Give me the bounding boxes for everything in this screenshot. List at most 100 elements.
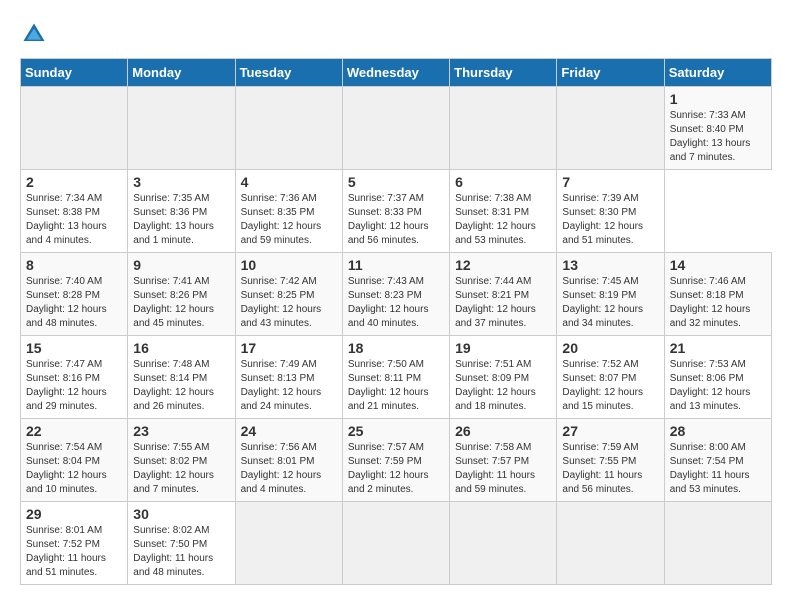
sunset-text: Sunset: 8:25 PM [241,290,315,301]
sunset-text: Sunset: 8:35 PM [241,207,315,218]
sunrise-text: Sunrise: 7:52 AM [562,359,638,370]
sunrise-text: Sunrise: 7:36 AM [241,193,317,204]
day-number: 12 [455,257,551,273]
sunrise-text: Sunrise: 7:48 AM [133,359,209,370]
col-sunday: Sunday [21,59,128,87]
day-number: 20 [562,340,658,356]
day-number: 10 [241,257,337,273]
calendar-cell [21,87,128,170]
sunset-text: Sunset: 8:31 PM [455,207,529,218]
day-number: 7 [562,174,658,190]
sunrise-text: Sunrise: 7:39 AM [562,193,638,204]
col-wednesday: Wednesday [342,59,449,87]
calendar-cell: 15Sunrise: 7:47 AMSunset: 8:16 PMDayligh… [21,336,128,419]
calendar-cell: 25Sunrise: 7:57 AMSunset: 7:59 PMDayligh… [342,419,449,502]
calendar-cell: 6Sunrise: 7:38 AMSunset: 8:31 PMDaylight… [450,170,557,253]
daylight-text: Daylight: 12 hours and 59 minutes. [241,221,322,246]
day-number: 22 [26,423,122,439]
day-detail: Sunrise: 7:46 AMSunset: 8:18 PMDaylight:… [670,275,766,331]
day-number: 9 [133,257,229,273]
sunset-text: Sunset: 7:55 PM [562,456,636,467]
day-number: 21 [670,340,766,356]
day-number: 26 [455,423,551,439]
calendar-cell: 8 Sunrise: 7:40 AMSunset: 8:28 PMDaylight… [21,253,128,336]
calendar-cell: 30 Sunrise: 8:02 AM Sunset: 7:50 PM Dayligh… [128,502,235,585]
sunrise-text: Sunrise: 7:47 AM [26,359,102,370]
day-detail: Sunrise: 7:36 AM Sunset: 8:35 PM Daylight:… [241,192,337,248]
header [20,20,772,48]
calendar-cell: 4Sunrise: 7:36 AMSunset: 8:35 PMDaylight… [235,170,342,253]
day-detail: Sunrise: 7:38 AMSunset: 8:31 PMDaylight:… [455,192,551,248]
calendar-cell: 2Sunrise: 7:34 AMSunset: 8:38 PMDaylight… [21,170,128,253]
day-detail: Sunrise: 7:34 AMSunset: 8:38 PMDaylight:… [26,192,122,248]
col-monday: Monday [128,59,235,87]
sunrise-text: Sunrise: 7:45 AM [562,276,638,287]
daylight-text: Daylight: 12 hours and 56 minutes. [348,221,429,246]
header-row: Sunday Monday Tuesday Wednesday Thursday… [21,59,772,87]
sunrise-text: Sunrise: 7:38 AM [455,193,531,204]
daylight-text: Daylight: 13 hours and 1 minute. [133,221,214,246]
col-thursday: Thursday [450,59,557,87]
sunrise-text: Sunrise: 7:42 AM [241,276,317,287]
sunrise-text: Sunrise: 8:02 AM [133,525,209,536]
sunrise-text: Sunrise: 7:51 AM [455,359,531,370]
calendar-body: 1Sunrise: 7:33 AMSunset: 8:40 PMDaylight… [21,87,772,585]
day-detail: Sunrise: 7:55 AMSunset: 8:02 PMDaylight:… [133,441,229,497]
sunset-text: Sunset: 7:57 PM [455,456,529,467]
daylight-text: Daylight: 11 hours and 48 minutes. [133,553,213,578]
calendar-cell: 21Sunrise: 7:53 AMSunset: 8:06 PMDayligh… [664,336,771,419]
sunset-text: Sunset: 8:14 PM [133,373,207,384]
calendar-cell: 13Sunrise: 7:45 AMSunset: 8:19 PMDayligh… [557,253,664,336]
day-detail: Sunrise: 7:35 AMSunset: 8:36 PMDaylight:… [133,192,229,248]
sunset-text: Sunset: 8:38 PM [26,207,100,218]
daylight-text: Daylight: 12 hours and 15 minutes. [562,387,643,412]
calendar-cell: 28Sunrise: 8:00 AMSunset: 7:54 PMDayligh… [664,419,771,502]
sunset-text: Sunset: 8:01 PM [241,456,315,467]
sunset-text: Sunset: 8:26 PM [133,290,207,301]
day-number: 14 [670,257,766,273]
day-detail: Sunrise: 7:54 AMSunset: 8:04 PMDaylight:… [26,441,122,497]
day-detail: Sunrise: 8:00 AMSunset: 7:54 PMDaylight:… [670,441,766,497]
sunrise-text: Sunrise: 7:46 AM [670,276,746,287]
day-number: 16 [133,340,229,356]
sunset-text: Sunset: 7:50 PM [133,539,207,550]
day-number: 30 [133,506,229,522]
day-number: 23 [133,423,229,439]
day-detail: Sunrise: 7:37 AM Sunset: 8:33 PM Daylight:… [348,192,444,248]
sunset-text: Sunset: 8:16 PM [26,373,100,384]
sunset-text: Sunset: 8:09 PM [455,373,529,384]
sunset-text: Sunset: 8:40 PM [670,124,744,135]
sunset-text: Sunset: 8:21 PM [455,290,529,301]
daylight-text: Daylight: 12 hours and 7 minutes. [133,470,214,495]
day-number: 11 [348,257,444,273]
calendar-week-3: 15Sunrise: 7:47 AMSunset: 8:16 PMDayligh… [21,336,772,419]
sunrise-text: Sunrise: 7:37 AM [348,193,424,204]
daylight-text: Daylight: 12 hours and 48 minutes. [26,304,107,329]
calendar-table: Sunday Monday Tuesday Wednesday Thursday… [20,58,772,585]
calendar-week-5: 29 Sunrise: 8:01 AMSunset: 7:52 PMDayligh… [21,502,772,585]
daylight-text: Daylight: 13 hours and 7 minutes. [670,138,751,163]
day-number: 13 [562,257,658,273]
sunrise-text: Sunrise: 7:56 AM [241,442,317,453]
daylight-text: Daylight: 12 hours and 18 minutes. [455,387,536,412]
col-tuesday: Tuesday [235,59,342,87]
daylight-text: Daylight: 12 hours and 10 minutes. [26,470,107,495]
sunset-text: Sunset: 8:28 PM [26,290,100,301]
daylight-text: Daylight: 12 hours and 34 minutes. [562,304,643,329]
day-detail: Sunrise: 7:47 AMSunset: 8:16 PMDaylight:… [26,358,122,414]
calendar-header: Sunday Monday Tuesday Wednesday Thursday… [21,59,772,87]
sunrise-text: Sunrise: 7:35 AM [133,193,209,204]
daylight-text: Daylight: 11 hours and 53 minutes. [670,470,750,495]
day-number: 29 [26,506,122,522]
day-detail: Sunrise: 7:49 AMSunset: 8:13 PMDaylight:… [241,358,337,414]
sunrise-text: Sunrise: 7:49 AM [241,359,317,370]
calendar-cell: 9Sunrise: 7:41 AMSunset: 8:26 PMDaylight… [128,253,235,336]
day-detail: Sunrise: 7:52 AMSunset: 8:07 PMDaylight:… [562,358,658,414]
sunrise-text: Sunrise: 8:01 AM [26,525,102,536]
day-number: 8 [26,257,122,273]
calendar-cell [342,502,449,585]
day-detail: Sunrise: 7:40 AMSunset: 8:28 PMDaylight:… [26,275,122,331]
sunset-text: Sunset: 8:33 PM [348,207,422,218]
day-detail: Sunrise: 8:01 AMSunset: 7:52 PMDaylight:… [26,524,122,580]
daylight-text: Daylight: 12 hours and 51 minutes. [562,221,643,246]
